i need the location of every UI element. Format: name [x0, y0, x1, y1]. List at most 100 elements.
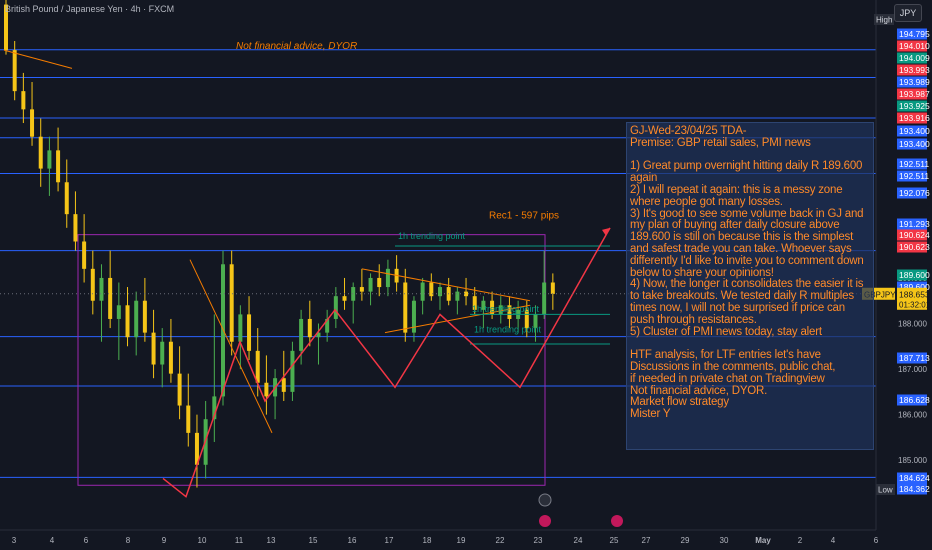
- candle-body: [108, 277, 113, 319]
- candle-body: [56, 150, 61, 183]
- candle-body: [542, 282, 547, 315]
- candle-body: [186, 405, 191, 433]
- x-tick-label: 3: [12, 536, 17, 545]
- x-tick-label: 9: [162, 536, 167, 545]
- lightning-icon: [538, 493, 552, 507]
- candle-body: [160, 341, 165, 365]
- y-tick-label: 187.000: [898, 365, 927, 374]
- candle-body: [333, 296, 338, 319]
- high-tag: High: [876, 16, 892, 25]
- candle-body: [247, 314, 252, 351]
- uk-flag-icon: [611, 515, 623, 527]
- y-tick-label: 185.000: [898, 456, 927, 465]
- candle-body: [438, 287, 442, 297]
- disclaimer-text: Not financial advice, DYOR: [236, 41, 358, 52]
- x-tick-label: 22: [496, 536, 505, 545]
- price-tag: 193.987: [899, 89, 930, 99]
- candle-body: [142, 300, 147, 333]
- candle-body: [377, 277, 382, 288]
- x-tick-label: 4: [50, 536, 55, 545]
- low-tag: Low: [878, 486, 893, 495]
- price-tag: 184.624: [899, 473, 930, 483]
- x-tick-label: 13: [267, 536, 276, 545]
- candle-body: [134, 300, 139, 338]
- y-tick-label: 186.000: [898, 411, 927, 420]
- candle-body: [307, 318, 312, 338]
- candle-26: [229, 250, 234, 356]
- candle-body: [550, 282, 555, 294]
- price-tag: 189.600: [899, 270, 930, 280]
- x-tick-label: 11: [235, 536, 244, 545]
- trend-label-3: 1h trending point: [474, 325, 542, 335]
- candle-body: [21, 91, 26, 110]
- x-tick-label: 4: [831, 536, 836, 545]
- x-tick-label: 29: [681, 536, 690, 545]
- candle-body: [420, 282, 425, 301]
- candle-25: [221, 250, 225, 406]
- candle-body: [12, 50, 17, 92]
- price-tag: 193.916: [899, 113, 930, 123]
- candle-body: [47, 150, 52, 169]
- x-tick-label: 6: [84, 536, 89, 545]
- price-tag: 194.010: [899, 41, 930, 51]
- candle-body: [125, 305, 130, 338]
- trend-label-1: 1h trending point: [398, 231, 466, 241]
- candle-body: [229, 264, 234, 342]
- x-tick-label: 25: [610, 536, 619, 545]
- candle-body: [299, 318, 304, 351]
- price-tag: 184.362: [899, 484, 930, 494]
- candle-body: [238, 314, 243, 342]
- x-tick-label: May: [755, 536, 771, 545]
- candle-body: [151, 332, 156, 365]
- trend-label-2: 1h trending point: [472, 304, 540, 314]
- candle-body: [403, 282, 408, 333]
- price-tag: 194.795: [899, 29, 930, 39]
- x-tick-label: 24: [574, 536, 583, 545]
- candle-body: [82, 241, 87, 269]
- symbol-title[interactable]: British Pound / Japanese Yen · 4h · FXCM: [5, 4, 174, 14]
- price-tag: 194.009: [899, 53, 930, 63]
- candle-body: [351, 287, 356, 301]
- countdown-timer: 01:32:01: [899, 300, 931, 309]
- candle-body: [264, 382, 269, 397]
- x-tick-label: 2: [798, 536, 803, 545]
- candle-body: [73, 214, 78, 242]
- idea-text-box[interactable]: GJ-Wed-23/04/25 TDA- Premise: GBP retail…: [626, 122, 874, 450]
- price-tag: 192.076: [899, 188, 930, 198]
- price-tag: 191.293: [899, 219, 930, 229]
- rectangle-label: Rec1 - 597 pips: [489, 211, 559, 222]
- candle-body: [38, 136, 43, 169]
- x-tick-label: 23: [534, 536, 543, 545]
- candle-body: [30, 109, 35, 137]
- uk-flag-icon: [539, 515, 551, 527]
- price-tag: 186.628: [899, 395, 930, 405]
- candle-body: [359, 287, 364, 292]
- x-tick-label: 17: [385, 536, 394, 545]
- current-price-tag: 188.653: [899, 289, 930, 299]
- candle-body: [342, 296, 347, 301]
- price-tag: 190.624: [899, 230, 930, 240]
- x-tick-label: 19: [457, 536, 466, 545]
- x-tick-label: 15: [309, 536, 318, 545]
- candle-body: [116, 305, 121, 319]
- x-tick-label: 10: [198, 536, 207, 545]
- candle-body: [281, 378, 286, 392]
- candle-body: [64, 182, 69, 215]
- candle-body: [177, 373, 182, 406]
- price-tag: 193.989: [899, 77, 930, 87]
- x-tick-label: 30: [720, 536, 729, 545]
- price-tag: 193.400: [899, 139, 930, 149]
- currency-selector[interactable]: JPY: [894, 4, 922, 22]
- price-tag: 192.511: [899, 171, 929, 181]
- y-tick-label: 188.000: [898, 320, 927, 329]
- candle-body: [290, 350, 295, 392]
- price-tag: 193.400: [899, 126, 930, 136]
- price-tag: 193.925: [899, 101, 930, 111]
- x-tick-label: 16: [348, 536, 357, 545]
- x-tick-label: 27: [642, 536, 651, 545]
- x-tick-label: 8: [126, 536, 131, 545]
- price-tag: 190.623: [899, 242, 930, 252]
- price-tag: 187.713: [899, 353, 930, 363]
- candle-body: [90, 268, 95, 301]
- candle-body: [385, 268, 390, 288]
